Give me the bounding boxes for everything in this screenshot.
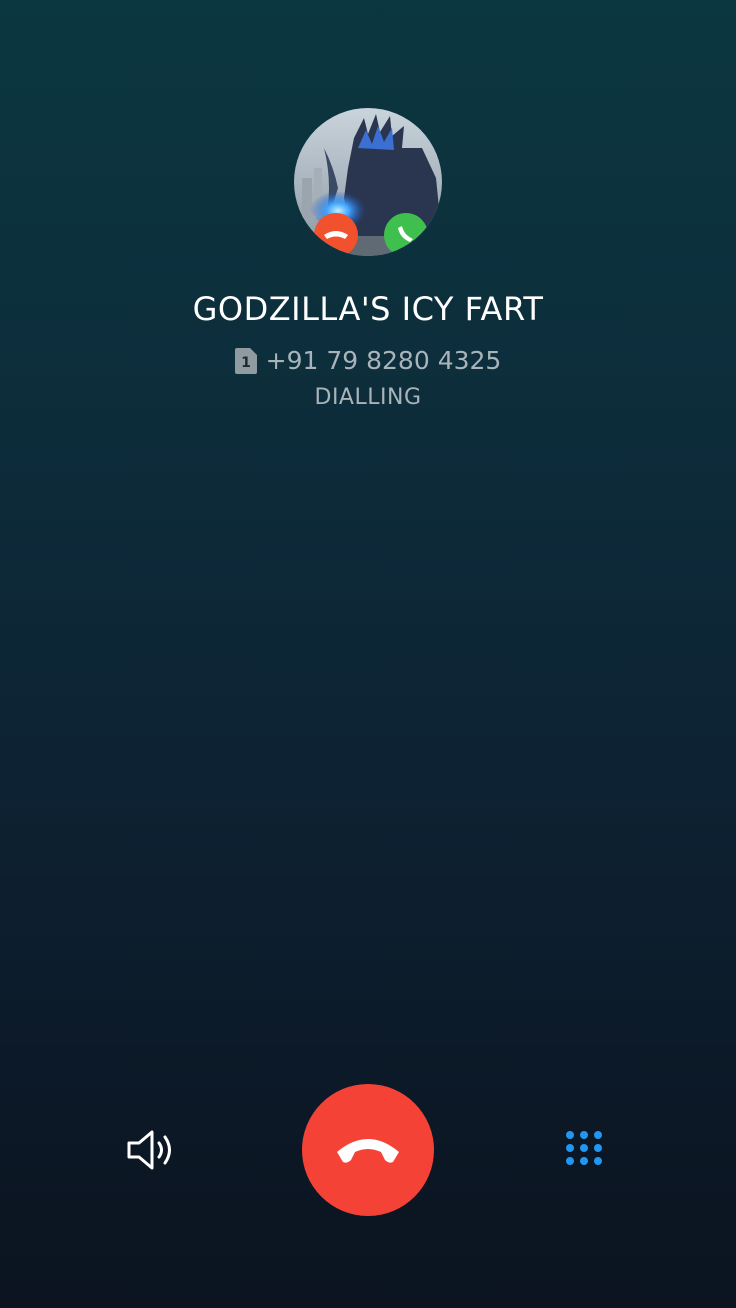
sim-slot-number: 1 [241,355,251,371]
contact-name: GODZILLA'S ICY FART [192,290,544,328]
end-call-button[interactable] [302,1084,434,1216]
contact-avatar [294,108,442,256]
phone-number: +91 79 8280 4325 [265,346,502,375]
call-status: DIALLING [314,385,422,410]
dialpad-icon [566,1131,602,1165]
number-row: 1 +91 79 8280 4325 [0,346,736,375]
speaker-icon [127,1130,171,1170]
end-call-icon [337,1139,399,1163]
speaker-button[interactable] [118,1122,184,1178]
avatar-image [294,108,442,256]
dialpad-button[interactable] [556,1122,612,1178]
sim-card-icon: 1 [234,347,257,374]
